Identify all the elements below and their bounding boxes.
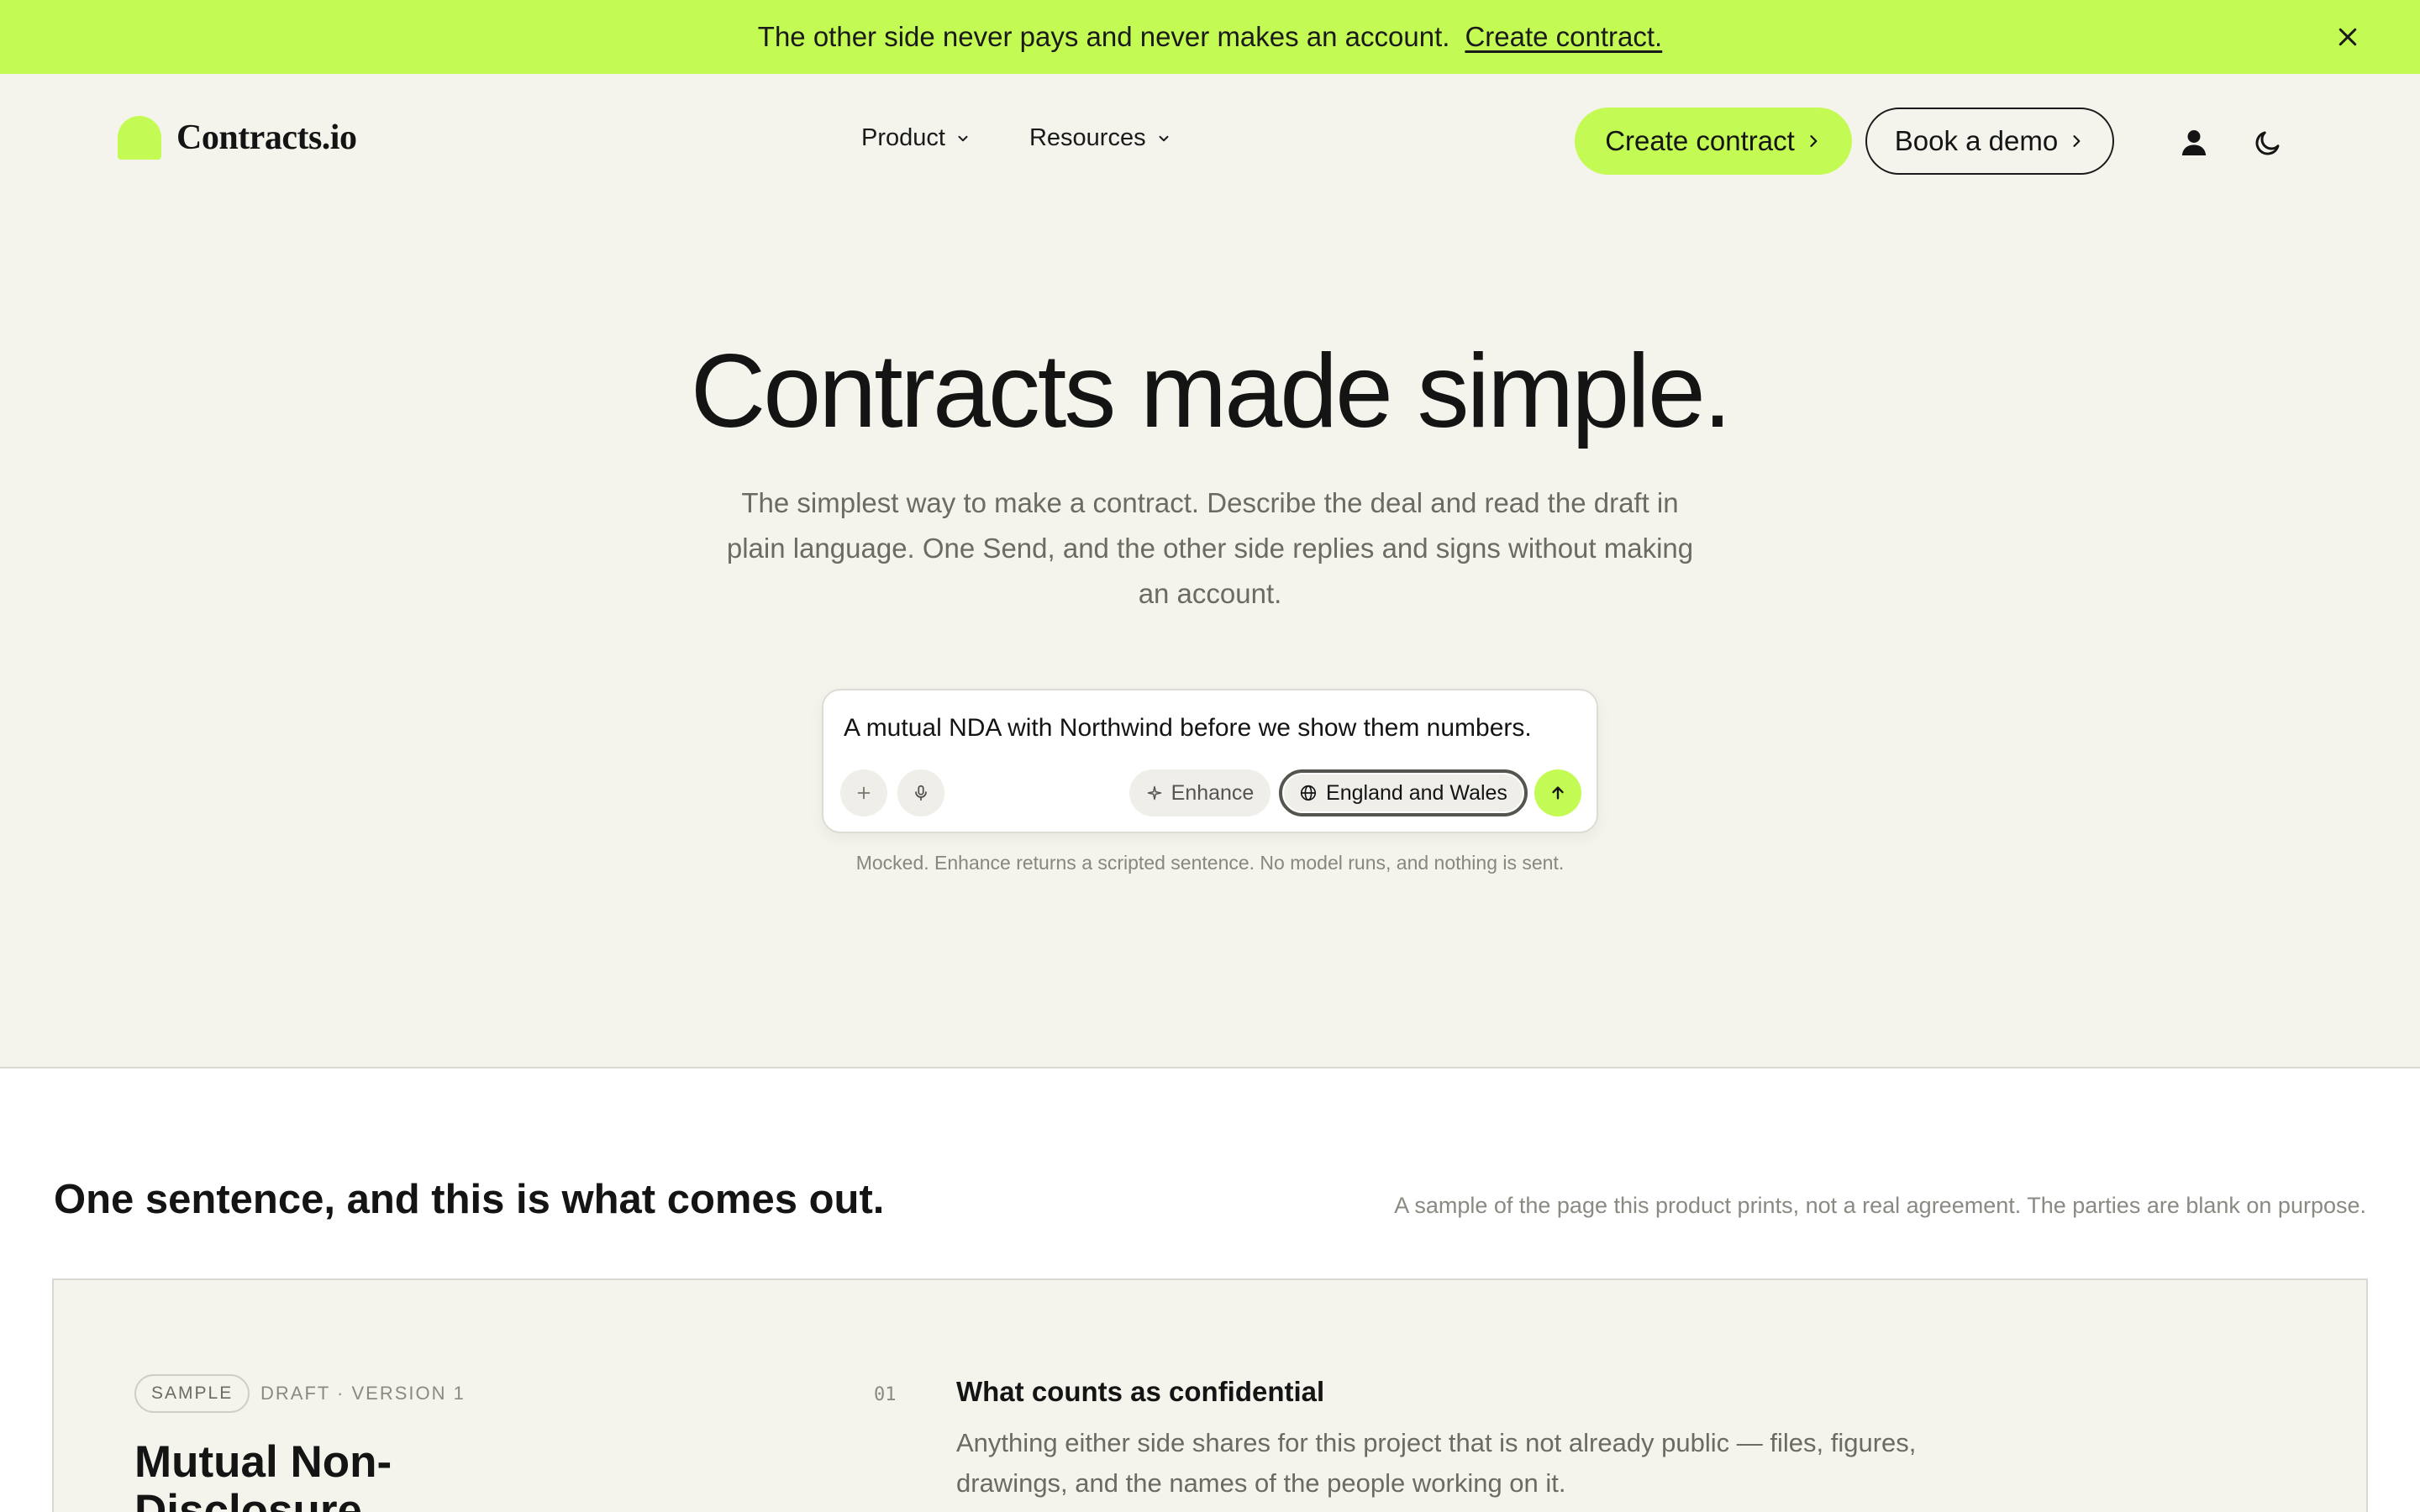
create-contract-button[interactable]: Create contract xyxy=(1575,108,1852,175)
clause-title: What counts as confidential xyxy=(956,1376,1325,1407)
microphone-button[interactable] xyxy=(897,769,944,816)
chevron-down-icon xyxy=(958,135,968,141)
jurisdiction-select[interactable]: England and Wales xyxy=(1279,769,1528,816)
main-nav: Product Resources xyxy=(861,124,1230,152)
sparkle-icon xyxy=(1147,785,1161,801)
jurisdiction-label: England and Wales xyxy=(1326,780,1507,805)
sample-heading: One sentence, and this is what comes out… xyxy=(54,1177,885,1222)
globe-icon xyxy=(1300,785,1317,801)
send-button[interactable] xyxy=(1534,769,1581,816)
nav-item-resources[interactable]: Resources xyxy=(1029,124,1171,152)
prompt-input[interactable]: A mutual NDA with Northwind before we sh… xyxy=(844,714,1532,743)
logo-text: Contracts.io xyxy=(176,118,357,157)
enhance-button[interactable]: Enhance xyxy=(1129,769,1270,816)
nav-item-label: Product xyxy=(861,124,945,151)
prompt-note: Mocked. Enhance returns a scripted sente… xyxy=(855,852,1565,874)
clause-number: 01 xyxy=(874,1384,897,1405)
announcement-create-link[interactable]: Create contract. xyxy=(1465,21,1662,53)
plus-icon xyxy=(857,786,871,800)
chevron-right-icon xyxy=(1810,135,1818,147)
microphone-icon xyxy=(915,785,927,801)
enhance-label: Enhance xyxy=(1171,780,1255,805)
create-contract-label: Create contract xyxy=(1605,125,1795,156)
book-demo-button[interactable]: Book a demo xyxy=(1865,108,2114,175)
arrow-up-icon xyxy=(1552,786,1564,800)
book-demo-label: Book a demo xyxy=(1894,125,2059,156)
hero-title: Contracts made simple. xyxy=(690,333,1732,449)
sample-caption: A sample of the page this product prints… xyxy=(1394,1193,2366,1218)
draft-version-label: DRAFT · VERSION 1 xyxy=(260,1383,466,1404)
document-title: Mutual Non-Disclosure Agreement xyxy=(134,1437,392,1512)
nav-item-label: Resources xyxy=(1028,124,1146,151)
sample-badge: SAMPLE xyxy=(134,1374,250,1413)
announcement-text: The other side never pays and never make… xyxy=(757,21,1450,52)
moon-icon[interactable] xyxy=(2249,124,2286,161)
prompt-composer: A mutual NDA with Northwind before we sh… xyxy=(822,689,1598,833)
close-icon[interactable] xyxy=(2333,22,2363,52)
site-header: Contracts.io Product Resources Create co… xyxy=(0,74,2420,208)
announcement-bar: The other side never pays and never make… xyxy=(0,0,2420,74)
sample-document: SAMPLE DRAFT · VERSION 1 Mutual Non-Disc… xyxy=(52,1278,2368,1512)
user-icon[interactable] xyxy=(2175,124,2212,161)
chevron-right-icon xyxy=(2073,135,2081,147)
chevron-down-icon xyxy=(1159,135,1169,141)
hero-subtitle: The simplest way to make a contract. Des… xyxy=(726,487,1694,609)
logo[interactable]: Contracts.io xyxy=(118,116,357,160)
add-attachment-button[interactable] xyxy=(840,769,887,816)
sample-section: One sentence, and this is what comes out… xyxy=(0,1067,2420,1512)
clause-body: Anything either side shares for this pro… xyxy=(956,1428,1917,1498)
nav-item-product[interactable]: Product xyxy=(861,124,971,152)
logo-mark-icon xyxy=(118,116,161,160)
